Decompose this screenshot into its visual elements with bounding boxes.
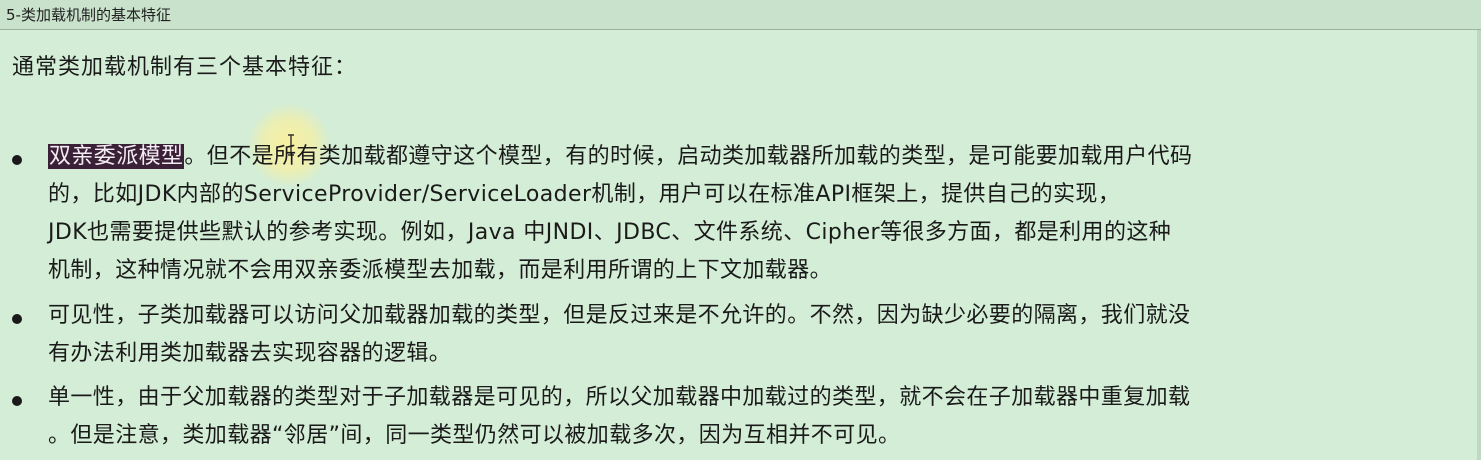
list-item-line: 双亲委派模型。但不是所有类加载都遵守这个模型，有的时候，启动类加载器所加载的类型… xyxy=(48,138,1473,176)
list-item-line: 的，比如JDK内部的ServiceProvider/ServiceLoader机… xyxy=(48,182,1121,207)
window-title: 5-类加载机制的基本特征 xyxy=(6,6,171,24)
list-item-line-text: 。但不是所有类加载都遵守这个模型，有的时候，启动类加载器所加载的类型，是可能要加… xyxy=(184,144,1193,169)
scrollbar-edge[interactable] xyxy=(1477,30,1481,460)
list-item-line: 机制，这种情况就不会用双亲委派模型去加载，而是利用所谓的上下文加载器。 xyxy=(48,258,833,283)
bullet-dot-icon xyxy=(12,396,22,406)
bullet-dot-icon xyxy=(12,155,22,165)
list-item-line: 可见性，子类加载器可以访问父加载器加载的类型，但是反过来是不允许的。不然，因为缺… xyxy=(48,303,1191,328)
list-item-visibility: 可见性，子类加载器可以访问父加载器加载的类型，但是反过来是不允许的。不然，因为缺… xyxy=(48,297,1473,373)
selected-text[interactable]: 双亲委派模型 xyxy=(48,144,185,169)
list-item-line: 单一性，由于父加载器的类型对于子加载器是可见的，所以父加载器中加载过的类型，就不… xyxy=(48,385,1191,410)
title-bar: 5-类加载机制的基本特征 xyxy=(0,0,1481,30)
list-item-parent-delegation: 双亲委派模型。但不是所有类加载都遵守这个模型，有的时候，启动类加载器所加载的类型… xyxy=(48,138,1473,290)
list-item-line: 有办法利用类加载器去实现容器的逻辑。 xyxy=(48,341,452,366)
intro-text: 通常类加载机制有三个基本特征： xyxy=(12,55,358,80)
bullet-dot-icon xyxy=(12,314,22,324)
list-item-line: JDK也需要提供些默认的参考实现。例如，Java 中JNDI、JDBC、文件系统… xyxy=(48,220,1172,245)
list-item-line: 。但是注意，类加载器“邻居”间，同一类型仍然可以被加载多次，因为互相并不可见。 xyxy=(48,423,901,448)
list-item-uniqueness: 单一性，由于父加载器的类型对于子加载器是可见的，所以父加载器中加载过的类型，就不… xyxy=(48,379,1473,455)
